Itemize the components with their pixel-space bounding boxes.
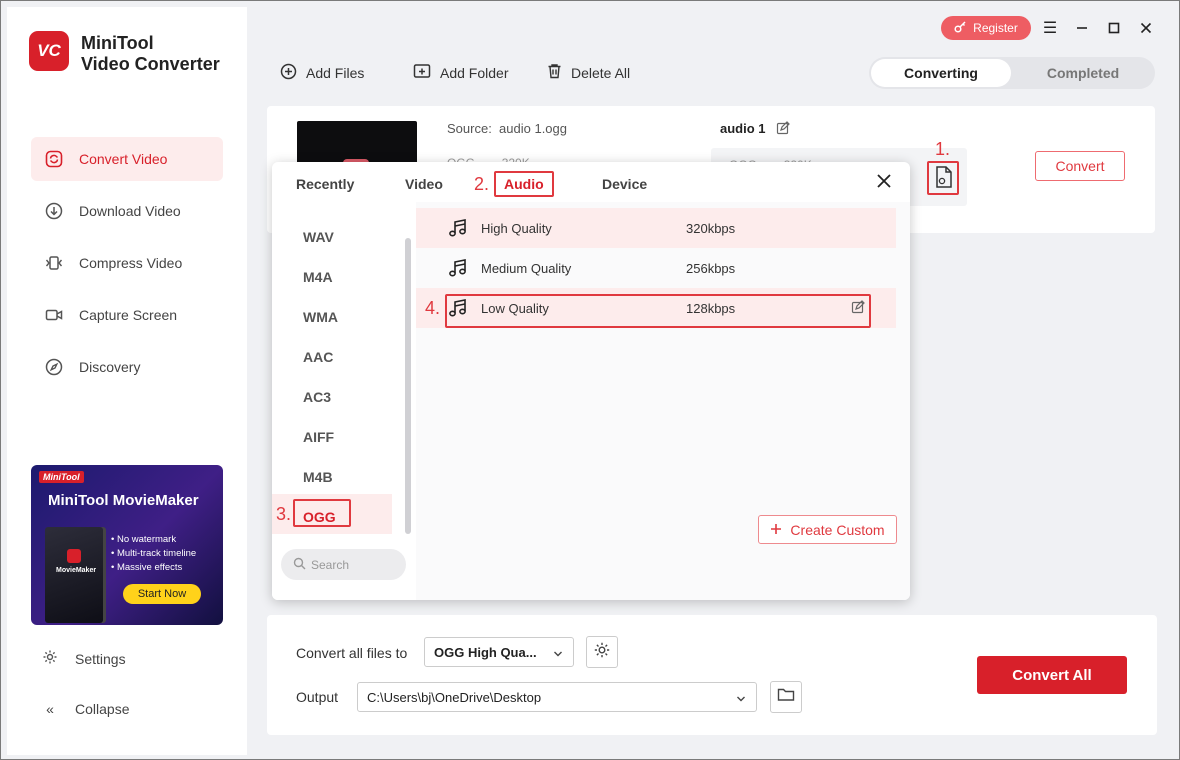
compass-icon <box>45 358 63 376</box>
format-item-m4b[interactable]: M4B <box>303 469 333 485</box>
output-path-select[interactable]: C:\Users\bj\OneDrive\Desktop <box>357 682 757 712</box>
gear-icon <box>41 649 59 668</box>
search-icon <box>293 557 306 573</box>
capture-icon <box>45 306 63 324</box>
output-label: Output <box>296 689 339 705</box>
add-files-button[interactable]: Add Files <box>280 63 364 83</box>
app-name: MiniTool Video Converter <box>81 33 220 74</box>
app-logo: VC <box>29 31 69 71</box>
sidebar-item-compress-video[interactable]: Compress Video <box>31 241 223 285</box>
promo-features: • No watermark • Multi-track timeline • … <box>111 533 196 575</box>
trash-icon <box>547 63 562 82</box>
moviemaker-logo-icon <box>67 549 81 563</box>
format-item-wav[interactable]: WAV <box>303 229 334 245</box>
source-info: Source: audio 1.ogg <box>447 121 567 136</box>
plus-icon <box>770 522 782 538</box>
format-list: WAV M4A WMA AAC AC3 AIFF M4B OGG Search <box>272 202 416 600</box>
folder-icon <box>777 687 795 707</box>
annotation-label-4: 4. <box>425 298 441 318</box>
bottom-panel: Convert all files to OGG High Qua... Out… <box>267 615 1157 735</box>
convert-button[interactable]: Convert <box>1035 151 1125 181</box>
format-item-aac[interactable]: AAC <box>303 349 333 365</box>
annotation-box-3 <box>293 499 351 527</box>
minimize-icon[interactable] <box>1069 15 1095 41</box>
key-icon <box>954 20 967 36</box>
music-note-icon <box>448 258 468 278</box>
quality-row-medium[interactable]: Medium Quality 256kbps <box>416 248 896 288</box>
annotation-box-4 <box>445 294 871 328</box>
chevron-down-icon <box>553 647 563 662</box>
target-name: audio 1 <box>720 121 790 138</box>
download-icon <box>45 202 63 220</box>
format-item-m4a[interactable]: M4A <box>303 269 333 285</box>
quality-list: High Quality 320kbps Medium Quality 256k… <box>416 202 910 600</box>
format-item-aiff[interactable]: AIFF <box>303 429 334 445</box>
start-now-button[interactable]: Start Now <box>123 584 201 604</box>
edit-name-icon[interactable] <box>776 121 790 138</box>
format-settings-button[interactable] <box>586 636 618 668</box>
convert-icon <box>45 150 63 168</box>
double-chevron-left-icon: « <box>46 701 54 717</box>
sidebar-item-capture-screen[interactable]: Capture Screen <box>31 293 223 337</box>
menu-icon[interactable]: ☰ <box>1037 15 1063 41</box>
promo-feature: • Multi-track timeline <box>111 548 197 559</box>
annotation-label-3: 3. <box>276 504 292 524</box>
tab-video[interactable]: Video <box>405 176 443 192</box>
format-popup: Recently Video Audio Device WAV M4A WMA … <box>272 162 910 600</box>
promo-banner[interactable]: MiniTool MiniTool MovieMaker MovieMaker … <box>31 465 223 625</box>
create-custom-button[interactable]: Create Custom <box>758 515 897 544</box>
annotation-label-2: 2. <box>474 174 490 194</box>
compress-icon <box>45 254 63 272</box>
add-folder-icon <box>413 63 431 82</box>
close-window-icon[interactable] <box>1133 15 1159 41</box>
format-item-wma[interactable]: WMA <box>303 309 338 325</box>
quality-row-high[interactable]: High Quality 320kbps <box>416 208 896 248</box>
delete-all-button[interactable]: Delete All <box>547 63 630 82</box>
register-button[interactable]: Register <box>941 16 1031 40</box>
format-item-ac3[interactable]: AC3 <box>303 389 331 405</box>
sidebar-item-download-video[interactable]: Download Video <box>31 189 223 233</box>
status-tabs: Converting Completed <box>869 57 1155 89</box>
browse-folder-button[interactable] <box>770 681 802 713</box>
sidebar-item-discovery[interactable]: Discovery <box>31 345 223 389</box>
gear-icon <box>593 641 611 664</box>
tab-recently[interactable]: Recently <box>296 176 354 192</box>
chevron-down-icon <box>736 692 746 707</box>
promo-feature: • No watermark <box>111 534 177 545</box>
maximize-icon[interactable] <box>1101 15 1127 41</box>
settings-button[interactable]: Settings <box>41 649 126 668</box>
tab-completed[interactable]: Completed <box>1013 59 1153 87</box>
add-folder-button[interactable]: Add Folder <box>413 63 508 82</box>
annotation-box-1 <box>927 161 959 195</box>
app-window: VC MiniTool Video Converter Convert Vide… <box>0 0 1180 760</box>
add-file-icon <box>280 63 297 83</box>
close-icon[interactable] <box>876 170 892 194</box>
promo-brand: MiniTool <box>39 471 84 483</box>
format-list-scrollbar[interactable] <box>405 238 411 534</box>
annotation-box-2 <box>494 171 554 197</box>
product-box-image: MovieMaker <box>45 527 103 623</box>
format-search-input[interactable]: Search <box>281 549 406 580</box>
convert-all-to-label: Convert all files to <box>296 645 408 661</box>
convert-all-button[interactable]: Convert All <box>977 656 1127 694</box>
sidebar: VC MiniTool Video Converter Convert Vide… <box>7 7 247 755</box>
convert-all-format-select[interactable]: OGG High Qua... <box>424 637 574 667</box>
sidebar-item-convert-video[interactable]: Convert Video <box>31 137 223 181</box>
promo-feature: • Massive effects <box>111 562 183 573</box>
music-note-icon <box>448 218 468 238</box>
tab-device[interactable]: Device <box>602 176 647 192</box>
promo-title: MiniTool MovieMaker <box>48 492 199 509</box>
tab-converting[interactable]: Converting <box>871 59 1011 87</box>
collapse-button[interactable]: « Collapse <box>41 701 129 717</box>
annotation-label-1: 1. <box>935 139 951 159</box>
